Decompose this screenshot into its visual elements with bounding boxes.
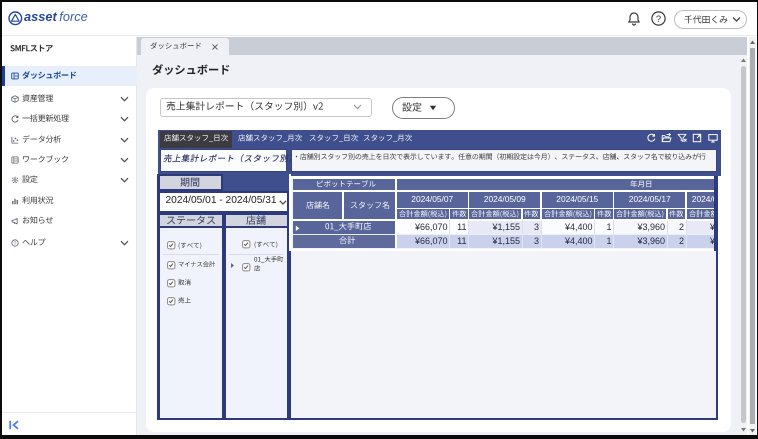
- svg-text:?: ?: [656, 14, 661, 25]
- svg-text:?: ?: [13, 240, 16, 246]
